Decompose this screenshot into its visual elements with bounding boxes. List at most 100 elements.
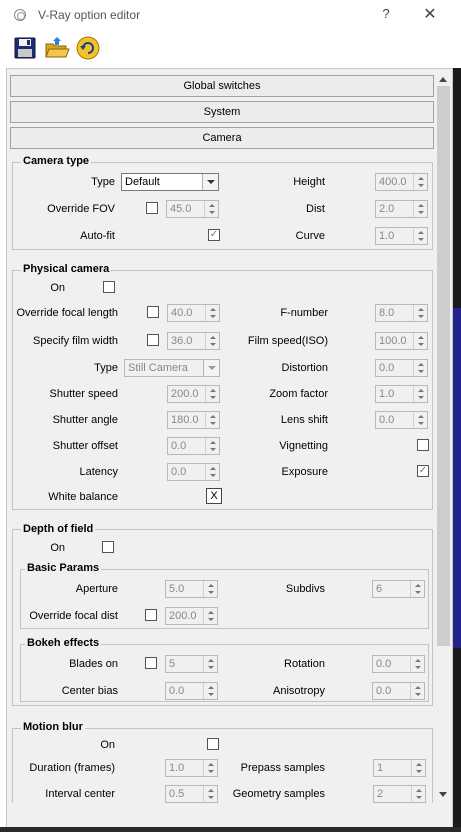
subdivs-value: 6 bbox=[376, 583, 383, 595]
depth-of-field-title: Depth of field bbox=[21, 523, 96, 535]
focal-dist-spinner[interactable]: 200.0 bbox=[165, 607, 218, 625]
close-button[interactable]: ✕ bbox=[421, 4, 439, 24]
interval-spinner[interactable]: 0.5 bbox=[165, 785, 218, 803]
spinner-arrows-icon[interactable] bbox=[203, 581, 217, 597]
rollout-system[interactable]: System bbox=[10, 101, 434, 123]
background-viewport-edge bbox=[453, 68, 461, 828]
fnumber-value: 8.0 bbox=[379, 307, 395, 319]
spinner-arrows-icon[interactable] bbox=[411, 786, 425, 802]
spinner-arrows-icon[interactable] bbox=[205, 386, 219, 402]
spinner-arrows-icon[interactable] bbox=[203, 608, 217, 624]
scroll-down-icon[interactable] bbox=[439, 792, 447, 797]
shutter-angle-label: Shutter angle bbox=[52, 414, 118, 426]
dist-label: Dist bbox=[306, 203, 325, 215]
film-speed-value: 100.0 bbox=[379, 335, 407, 347]
rollout-camera[interactable]: Camera bbox=[10, 127, 434, 149]
fov-spinner[interactable]: 45.0 bbox=[166, 200, 219, 218]
spinner-arrows-icon[interactable] bbox=[413, 174, 427, 190]
spinner-arrows-icon[interactable] bbox=[410, 656, 424, 672]
dist-spinner[interactable]: 2.0 bbox=[375, 200, 428, 218]
override-focal-checkbox[interactable] bbox=[147, 306, 159, 318]
rotation-spinner[interactable]: 0.0 bbox=[372, 655, 425, 673]
blades-spinner[interactable]: 5 bbox=[165, 655, 218, 673]
viewport-blue-area bbox=[453, 308, 461, 648]
fnumber-spinner[interactable]: 8.0 bbox=[375, 304, 428, 322]
override-focal-dist-label: Override focal dist bbox=[29, 610, 118, 622]
prepass-spinner[interactable]: 1 bbox=[373, 759, 426, 777]
spinner-arrows-icon[interactable] bbox=[205, 464, 219, 480]
spinner-arrows-icon[interactable] bbox=[410, 581, 424, 597]
spinner-arrows-icon[interactable] bbox=[203, 786, 217, 802]
distortion-spinner[interactable]: 0.0 bbox=[375, 359, 428, 377]
spinner-arrows-icon[interactable] bbox=[413, 333, 427, 349]
subdivs-spinner[interactable]: 6 bbox=[372, 580, 425, 598]
help-button[interactable]: ? bbox=[380, 6, 392, 21]
spinner-arrows-icon[interactable] bbox=[205, 305, 219, 321]
override-focal-dist-checkbox[interactable] bbox=[145, 609, 157, 621]
curve-spinner[interactable]: 1.0 bbox=[375, 227, 428, 245]
scroll-up-icon[interactable] bbox=[439, 77, 447, 82]
spinner-arrows-icon[interactable] bbox=[413, 386, 427, 402]
lens-shift-value: 0.0 bbox=[379, 414, 395, 426]
autofit-checkbox[interactable]: ✓ bbox=[208, 229, 220, 241]
camera-type-select[interactable]: Default bbox=[121, 173, 219, 191]
spinner-arrows-icon[interactable] bbox=[204, 201, 218, 217]
camera-type-title: Camera type bbox=[21, 155, 92, 167]
physical-on-checkbox[interactable] bbox=[103, 281, 115, 293]
scroll-thumb[interactable] bbox=[437, 86, 450, 646]
mb-on-checkbox[interactable] bbox=[207, 738, 219, 750]
save-icon[interactable] bbox=[12, 35, 38, 61]
open-folder-icon[interactable] bbox=[44, 35, 70, 61]
aperture-spinner[interactable]: 5.0 bbox=[165, 580, 218, 598]
spinner-arrows-icon[interactable] bbox=[413, 360, 427, 376]
spinner-arrows-icon[interactable] bbox=[205, 333, 219, 349]
vertical-scrollbar[interactable] bbox=[436, 73, 451, 803]
white-balance-button[interactable]: X bbox=[206, 488, 222, 504]
spinner-arrows-icon[interactable] bbox=[205, 438, 219, 454]
options-scroll-area: Global switches System Camera Camera typ… bbox=[10, 73, 436, 803]
title-bar: V-Ray option editor ? ✕ bbox=[0, 0, 461, 31]
vignetting-checkbox[interactable] bbox=[417, 439, 429, 451]
focal-spinner[interactable]: 40.0 bbox=[167, 304, 220, 322]
film-width-checkbox[interactable] bbox=[147, 334, 159, 346]
center-bias-spinner[interactable]: 0.0 bbox=[165, 682, 218, 700]
vignetting-label: Vignetting bbox=[279, 440, 328, 452]
film-speed-label: Film speed(ISO) bbox=[247, 335, 328, 347]
spinner-arrows-icon[interactable] bbox=[413, 201, 427, 217]
latency-label: Latency bbox=[79, 466, 118, 478]
spinner-arrows-icon[interactable] bbox=[203, 683, 217, 699]
latency-spinner[interactable]: 0.0 bbox=[167, 463, 220, 481]
spinner-arrows-icon[interactable] bbox=[413, 228, 427, 244]
center-bias-label: Center bias bbox=[61, 685, 118, 697]
dof-on-checkbox[interactable] bbox=[102, 541, 114, 553]
refresh-icon[interactable] bbox=[75, 35, 101, 61]
film-speed-spinner[interactable]: 100.0 bbox=[375, 332, 428, 350]
duration-spinner[interactable]: 1.0 bbox=[165, 759, 218, 777]
motion-blur-title: Motion blur bbox=[21, 721, 85, 733]
spinner-arrows-icon[interactable] bbox=[411, 760, 425, 776]
exposure-checkbox[interactable]: ✓ bbox=[417, 465, 429, 477]
height-spinner[interactable]: 400.0 bbox=[375, 173, 428, 191]
zoom-spinner[interactable]: 1.0 bbox=[375, 385, 428, 403]
shutter-angle-spinner[interactable]: 180.0 bbox=[167, 411, 220, 429]
blades-checkbox[interactable] bbox=[145, 657, 157, 669]
override-fov-checkbox[interactable] bbox=[146, 202, 158, 214]
anisotropy-spinner[interactable]: 0.0 bbox=[372, 682, 425, 700]
physical-type-select[interactable]: Still Camera bbox=[124, 359, 220, 377]
bottom-edge bbox=[0, 827, 461, 832]
spinner-arrows-icon[interactable] bbox=[413, 412, 427, 428]
spinner-arrows-icon[interactable] bbox=[203, 656, 217, 672]
geometry-spinner[interactable]: 2 bbox=[373, 785, 426, 803]
shutter-speed-spinner[interactable]: 200.0 bbox=[167, 385, 220, 403]
film-width-spinner[interactable]: 36.0 bbox=[167, 332, 220, 350]
rollout-global-switches[interactable]: Global switches bbox=[10, 75, 434, 97]
spinner-arrows-icon[interactable] bbox=[205, 412, 219, 428]
spinner-arrows-icon[interactable] bbox=[410, 683, 424, 699]
spinner-arrows-icon[interactable] bbox=[413, 305, 427, 321]
shutter-offset-spinner[interactable]: 0.0 bbox=[167, 437, 220, 455]
fnumber-label: F-number bbox=[280, 307, 328, 319]
lens-shift-spinner[interactable]: 0.0 bbox=[375, 411, 428, 429]
spinner-arrows-icon[interactable] bbox=[203, 760, 217, 776]
center-bias-value: 0.0 bbox=[169, 685, 185, 697]
toolbar bbox=[0, 31, 461, 65]
